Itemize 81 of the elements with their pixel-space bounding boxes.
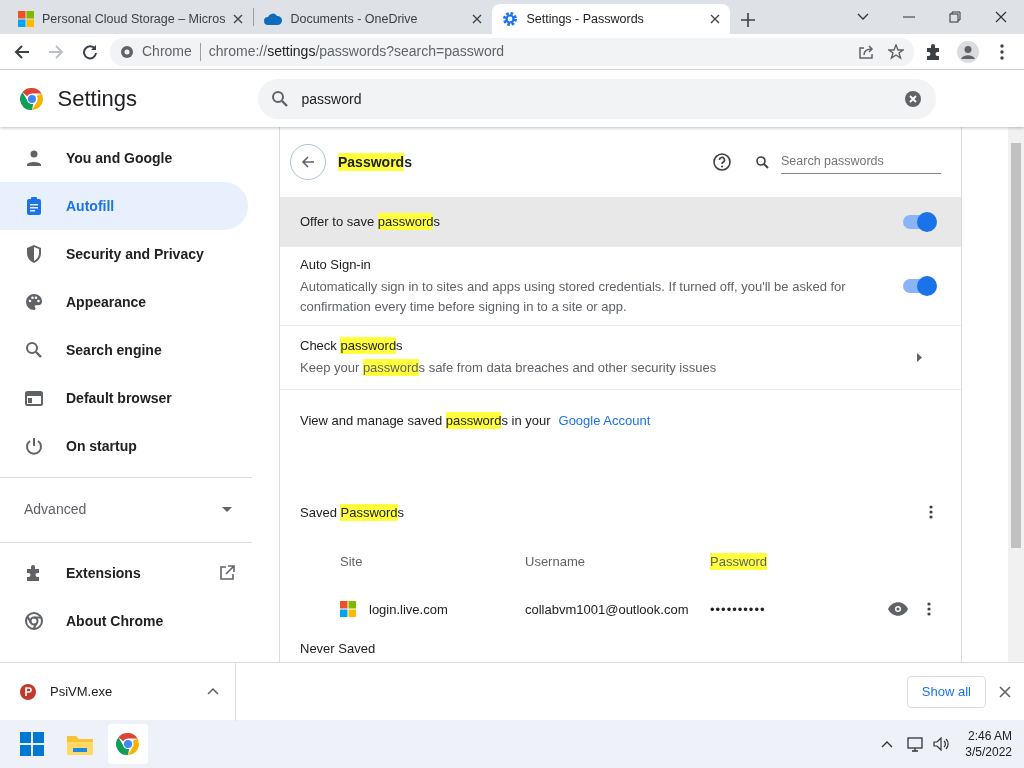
- app-logo-icon: [20, 683, 36, 700]
- subsection-title: Saved Passwords: [300, 502, 406, 522]
- external-link-icon: [219, 565, 235, 581]
- person-icon: [24, 148, 44, 168]
- palette-icon: [24, 292, 44, 312]
- eye-icon[interactable]: [887, 602, 908, 617]
- sidebar-item[interactable]: Default browser: [0, 374, 248, 422]
- speaker-icon[interactable]: [933, 737, 950, 751]
- section-title: Passwords: [338, 151, 413, 173]
- cloud-icon: [264, 13, 283, 25]
- toggle-switch[interactable]: [902, 214, 935, 229]
- sidebar-item[interactable]: Search engine: [0, 326, 248, 374]
- caret-icon: [222, 507, 232, 512]
- setting-description: Keep your passwords safe from data breaches and other security issues: [300, 357, 718, 378]
- chrome-logo-icon: [19, 86, 44, 111]
- file-name: PsiVM.exe: [50, 682, 114, 701]
- setting-row[interactable]: Offer to save passwords: [280, 197, 961, 246]
- column-header: Password: [710, 553, 768, 570]
- chrome-logo-icon: [120, 44, 134, 59]
- back-button[interactable]: [290, 144, 326, 180]
- table-cell: collabvm1001@outlook.com: [525, 601, 689, 617]
- setting-title: Offer to save passwords: [300, 211, 441, 232]
- google-account-link[interactable]: Google Account: [558, 413, 651, 429]
- advanced-section[interactable]: Advanced: [0, 481, 232, 538]
- setting-title: Auto Sign-in: [300, 256, 372, 274]
- scrollbar[interactable]: [1008, 127, 1024, 662]
- advanced-label: Advanced: [24, 500, 87, 519]
- shield-icon: [24, 244, 44, 264]
- url-text: chrome://settings/passwords?search=password: [208, 42, 505, 61]
- caret-icon: [207, 688, 219, 695]
- help-icon[interactable]: [713, 153, 731, 171]
- close-icon[interactable]: [233, 14, 244, 24]
- more-icon[interactable]: [929, 505, 933, 520]
- back-arrow-icon: [301, 155, 315, 169]
- clipboard-icon: [24, 196, 44, 216]
- sidebar-item[interactable]: Security and Privacy: [0, 230, 248, 278]
- browser-tab[interactable]: Settings - Passwords: [492, 4, 731, 34]
- share-icon[interactable]: [857, 43, 874, 60]
- settings-search-field[interactable]: password: [257, 78, 936, 119]
- password-dots: ••••••••••: [710, 601, 766, 617]
- chrome-logo-icon: [24, 611, 44, 631]
- show-all-button[interactable]: Show all: [906, 675, 986, 708]
- power-icon: [24, 436, 44, 456]
- toggle-switch[interactable]: [902, 278, 935, 293]
- sidebar-item[interactable]: Autofill: [0, 182, 248, 230]
- setting-description: Automatically sign in to sites and apps using stored credentials. If turned off, you'll be asked for confirmation every time before signing in to a site or app.: [300, 277, 847, 316]
- gear-icon: [502, 11, 519, 27]
- column-header: Site: [340, 554, 363, 569]
- browser-tab[interactable]: Personal Cloud Storage – Micros: [8, 4, 254, 34]
- search-icon: [269, 88, 290, 109]
- windows-logo-icon: [18, 11, 34, 27]
- sidebar-item[interactable]: Extensions: [0, 549, 248, 597]
- network-icon[interactable]: [907, 736, 926, 752]
- sidebar-item[interactable]: Appearance: [0, 278, 248, 326]
- search-icon: [756, 155, 769, 169]
- sidebar-item[interactable]: You and Google: [0, 134, 248, 182]
- subsection-title: Never Saved: [300, 641, 376, 656]
- site-label: Chrome: [142, 42, 192, 61]
- page-title: Settings: [57, 85, 138, 113]
- star-icon[interactable]: [888, 43, 904, 60]
- chevron-up-icon[interactable]: [880, 740, 893, 748]
- address-bar[interactable]: Chrome chrome://settings/passwords?search=password: [110, 37, 914, 66]
- close-icon[interactable]: [999, 685, 1011, 698]
- column-header: Username: [525, 554, 585, 569]
- search-icon: [24, 340, 44, 360]
- browser-tab[interactable]: Documents - OneDrive: [254, 4, 493, 34]
- chrome-taskbar-icon[interactable]: [108, 724, 148, 764]
- table-cell-text: login.live.com: [369, 600, 448, 619]
- clock-time: 2:46 AM: [966, 728, 1012, 744]
- close-icon[interactable]: [710, 14, 721, 24]
- sidebar-item[interactable]: About Chrome: [0, 597, 248, 645]
- caret-icon[interactable]: [916, 352, 922, 362]
- setting-row[interactable]: Auto Sign-in Automatically sign in to sites and apps using stored credentials. If turned off, you'll be asked for confirmation every time before signing in to a site or app.: [280, 246, 961, 325]
- clock-date: 3/5/2022: [965, 744, 1012, 760]
- sidebar-item[interactable]: On startup: [0, 422, 248, 470]
- browser-window-icon: [24, 388, 44, 408]
- close-icon[interactable]: [472, 14, 483, 24]
- more-icon[interactable]: [927, 602, 931, 617]
- manage-text: View and manage saved passwords in your Google Account: [300, 411, 651, 431]
- clear-search-icon[interactable]: [903, 89, 922, 108]
- windows-logo-icon: [340, 601, 356, 618]
